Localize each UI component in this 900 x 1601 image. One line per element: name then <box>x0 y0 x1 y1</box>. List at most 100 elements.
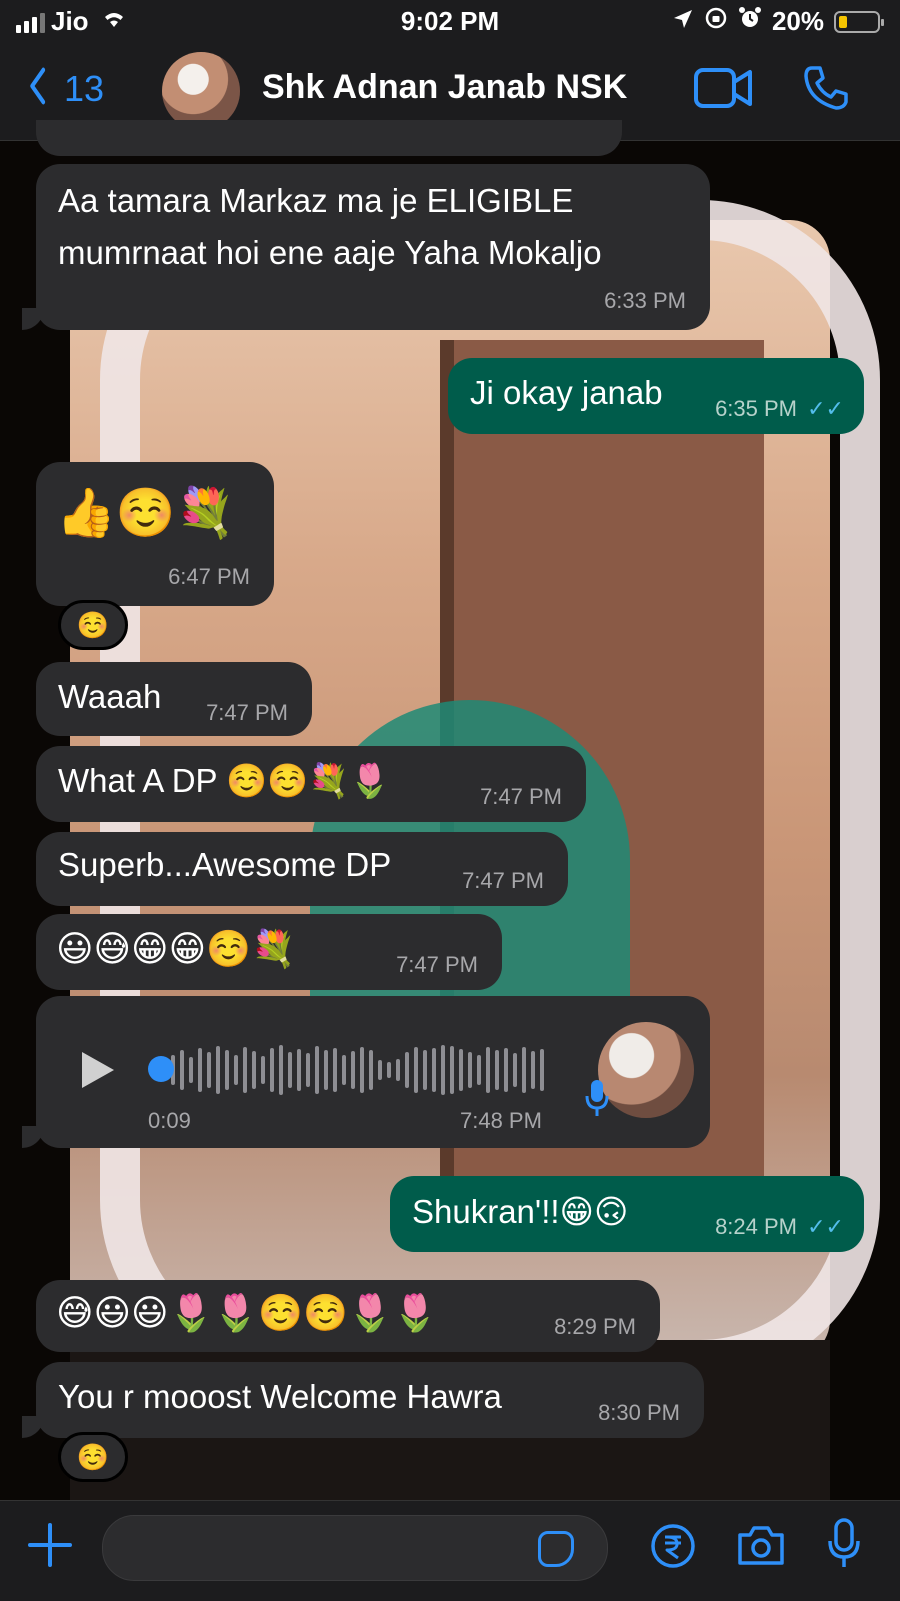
battery-icon <box>834 10 884 33</box>
waveform-bar <box>414 1047 418 1093</box>
sticker-icon[interactable] <box>538 1531 574 1567</box>
video-call-icon[interactable] <box>694 66 754 115</box>
phone-icon[interactable] <box>802 64 850 117</box>
playback-scrubber[interactable] <box>148 1056 174 1082</box>
message-text: Shukran'!!😁🙃 <box>412 1193 629 1230</box>
waveform-bar <box>432 1048 436 1092</box>
location-arrow-icon <box>672 6 694 37</box>
message-time: 6:47 PM <box>168 564 250 589</box>
message-bubble-partial <box>36 120 622 156</box>
double-check-icon: ✓✓ <box>807 1214 844 1239</box>
message-reaction[interactable]: ☺️ <box>58 1432 128 1482</box>
waveform-bar <box>405 1052 409 1088</box>
message-reaction[interactable]: ☺️ <box>58 600 128 650</box>
waveform-bar <box>270 1048 274 1092</box>
camera-icon[interactable] <box>736 1523 786 1572</box>
message-input[interactable] <box>102 1515 608 1581</box>
waveform-bar <box>387 1062 391 1078</box>
waveform-bar <box>423 1050 427 1090</box>
microphone-icon <box>584 1078 610 1126</box>
waveform-bar <box>180 1050 184 1090</box>
message-incoming[interactable]: Waaah 7:47 PM <box>36 662 312 736</box>
status-bar: Jio 9:02 PM 20% <box>0 0 900 44</box>
message-time: 7:47 PM <box>480 784 562 809</box>
message-text: 😅😃😃🌷🌷☺️☺️🌷🌷 <box>56 1292 438 1333</box>
waveform-bar <box>441 1045 445 1095</box>
waveform-bar <box>522 1047 526 1093</box>
message-outgoing[interactable]: Shukran'!!😁🙃 8:24 PM ✓✓ <box>390 1176 864 1252</box>
waveform-bar <box>315 1046 319 1094</box>
waveform-bar <box>324 1050 328 1090</box>
waveform-bar <box>243 1047 247 1093</box>
waveform-bar <box>468 1052 472 1088</box>
message-time: 8:30 PM <box>598 1400 680 1425</box>
waveform-bar <box>531 1051 535 1089</box>
waveform-bar <box>396 1059 400 1081</box>
waveform-bar <box>198 1048 202 1092</box>
message-time: 7:48 PM <box>460 1108 542 1133</box>
waveform-bar <box>234 1055 238 1085</box>
waveform-bar <box>369 1050 373 1090</box>
waveform-bar <box>513 1053 517 1087</box>
message-outgoing[interactable]: Ji okay janab 6:35 PM ✓✓ <box>448 358 864 434</box>
voice-waveform[interactable] <box>162 1042 544 1098</box>
chevron-left-icon <box>28 66 46 111</box>
message-text: Superb...Awesome DP <box>58 846 392 883</box>
sender-avatar <box>598 1022 694 1118</box>
contact-name[interactable]: Shk Adnan Janab NSK <box>262 68 627 107</box>
message-text: 😃😅😁😁☺️💐 <box>56 928 296 969</box>
waveform-bar <box>540 1049 544 1091</box>
waveform-bar <box>504 1048 508 1092</box>
battery-percent: 20% <box>771 6 824 36</box>
message-time: 8:24 PM <box>715 1214 797 1239</box>
message-incoming[interactable]: 😃😅😁😁☺️💐 7:47 PM <box>36 914 502 990</box>
waveform-bar <box>279 1045 283 1095</box>
waveform-bar <box>495 1050 499 1090</box>
waveform-bar <box>378 1060 382 1080</box>
voice-duration: 0:09 <box>148 1108 191 1133</box>
message-incoming[interactable]: You r mooost Welcome Hawra 8:30 PM <box>36 1362 704 1438</box>
message-incoming[interactable]: What A DP ☺️☺️💐🌷 7:47 PM <box>36 746 586 822</box>
waveform-bar <box>297 1049 301 1091</box>
message-incoming[interactable]: Superb...Awesome DP 7:47 PM <box>36 832 568 906</box>
message-incoming[interactable]: 😅😃😃🌷🌷☺️☺️🌷🌷 8:29 PM <box>36 1280 660 1352</box>
waveform-bar <box>351 1051 355 1089</box>
waveform-bar <box>450 1046 454 1094</box>
back-button[interactable]: 13 <box>24 66 104 111</box>
message-composer <box>0 1500 900 1601</box>
message-incoming[interactable]: 👍☺️💐 6:47 PM <box>36 462 274 606</box>
message-time: 6:33 PM <box>604 288 686 313</box>
waveform-bar <box>360 1047 364 1093</box>
waveform-bar <box>216 1046 220 1094</box>
unread-count: 13 <box>64 67 105 109</box>
waveform-bar <box>486 1047 490 1093</box>
waveform-bar <box>333 1048 337 1092</box>
message-incoming[interactable]: Aa tamara Markaz ma je ELIGIBLE mumrnaat… <box>36 164 710 330</box>
message-time: 7:47 PM <box>462 868 544 893</box>
alarm-icon <box>738 6 762 37</box>
waveform-bar <box>261 1056 265 1084</box>
waveform-bar <box>189 1057 193 1083</box>
waveform-bar <box>207 1052 211 1088</box>
plus-icon[interactable] <box>26 1519 74 1579</box>
microphone-icon[interactable] <box>826 1517 862 1576</box>
message-time: 7:47 PM <box>206 700 288 725</box>
message-text: You r mooost Welcome Hawra <box>58 1378 502 1415</box>
message-text: Ji okay janab <box>470 374 663 411</box>
play-icon[interactable] <box>82 1052 114 1088</box>
waveform-bar <box>252 1051 256 1089</box>
contact-avatar[interactable] <box>162 52 240 130</box>
waveform-bar <box>306 1053 310 1087</box>
message-text: 👍☺️💐 <box>56 487 236 540</box>
message-text: Waaah <box>58 678 162 715</box>
waveform-bar <box>459 1049 463 1091</box>
waveform-bar <box>342 1055 346 1085</box>
waveform-bar <box>477 1055 481 1085</box>
message-time: 6:35 PM <box>715 396 797 421</box>
voice-message[interactable]: 0:09 7:48 PM <box>36 996 710 1148</box>
orientation-lock-icon <box>704 6 728 37</box>
waveform-bar <box>225 1050 229 1090</box>
waveform-bar <box>288 1052 292 1088</box>
message-time: 8:29 PM <box>554 1314 636 1339</box>
rupee-payment-icon[interactable] <box>650 1523 696 1574</box>
